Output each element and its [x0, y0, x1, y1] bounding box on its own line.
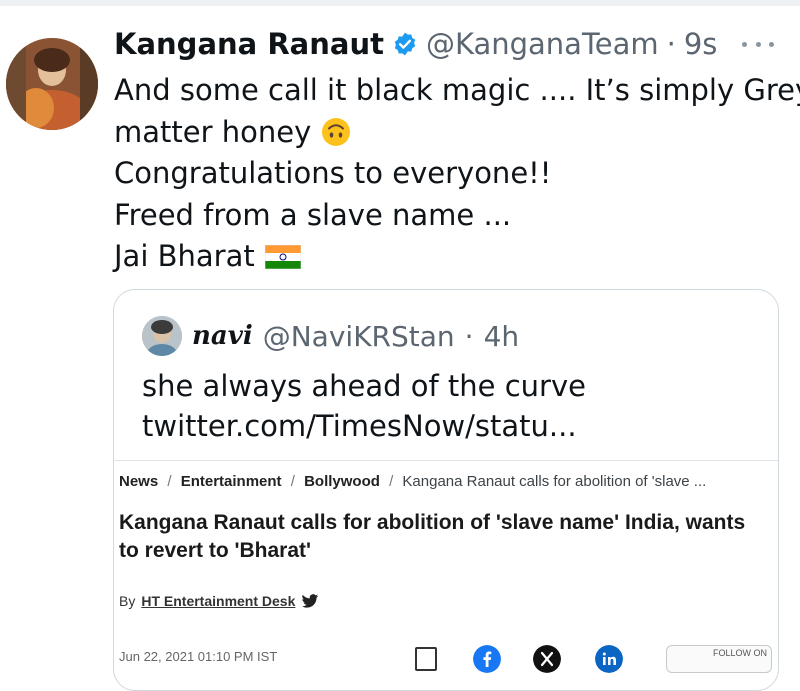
breadcrumb-item[interactable]: Bollywood: [304, 473, 380, 490]
byline-prefix: By: [119, 593, 136, 609]
quoted-line: she always ahead of the curve: [142, 369, 586, 403]
tweet-line: Jai Bharat: [114, 239, 255, 273]
tweet-line: Freed from a slave name ...: [114, 197, 512, 232]
more-icon[interactable]: [742, 34, 774, 54]
quoted-handle[interactable]: @NaviKRStan: [263, 320, 455, 353]
tweet-line: Congratulations to everyone!!: [114, 156, 552, 190]
breadcrumb-separator: /: [389, 473, 394, 490]
article-byline: By HT Entertainment Desk: [119, 593, 319, 609]
quoted-timestamp[interactable]: 4h: [484, 320, 520, 353]
profile-avatar[interactable]: [6, 38, 98, 130]
article-footer: Jun 22, 2021 01:10 PM IST FOLLOW ON: [119, 645, 774, 679]
article-preview[interactable]: News / Entertainment / Bollywood / Kanga…: [114, 460, 778, 690]
tweet-line: And some call it black magic .... It’s s…: [114, 73, 800, 107]
quoted-link[interactable]: twitter.com/TimesNow/statu...: [142, 406, 586, 446]
more-dot: [755, 41, 761, 47]
linkedin-icon[interactable]: [595, 645, 623, 673]
more-dot: [769, 41, 774, 47]
facebook-icon[interactable]: [473, 645, 501, 673]
byline-author[interactable]: HT Entertainment Desk: [141, 593, 295, 609]
quoted-avatar-photo: [142, 316, 182, 356]
follow-on-button[interactable]: FOLLOW ON: [666, 645, 772, 673]
quoted-display-name[interactable]: navi: [192, 321, 253, 351]
quoted-avatar[interactable]: [142, 316, 182, 356]
breadcrumb-separator: /: [167, 473, 172, 490]
india-flag-emoji: [264, 244, 301, 269]
handle[interactable]: @KanganaTeam: [426, 27, 659, 61]
breadcrumb-item[interactable]: News: [119, 473, 158, 490]
separator-dot: ·: [666, 27, 676, 61]
tweet-header: Kangana Ranaut @KanganaTeam · 9s: [114, 24, 717, 64]
article-headline[interactable]: Kangana Ranaut calls for abolition of 's…: [119, 509, 759, 565]
display-name[interactable]: Kangana Ranaut: [114, 27, 384, 61]
more-dot: [742, 41, 747, 47]
article-date: Jun 22, 2021 01:10 PM IST: [119, 649, 278, 664]
quoted-tweet-card[interactable]: navi @NaviKRStan · 4h she always ahead o…: [113, 289, 779, 691]
breadcrumb-item[interactable]: Entertainment: [181, 473, 282, 490]
breadcrumb-current: Kangana Ranaut calls for abolition of 's…: [402, 473, 707, 490]
twitter-bird-icon[interactable]: [301, 593, 319, 609]
x-icon[interactable]: [533, 645, 561, 673]
breadcrumb-separator: /: [290, 473, 295, 490]
quoted-tweet-text: she always ahead of the curve twitter.co…: [142, 366, 586, 446]
follow-label: FOLLOW ON: [713, 648, 768, 658]
verified-badge-icon: [394, 32, 416, 56]
tweet-line: matter honey: [114, 114, 312, 149]
quoted-tweet-header: navi @NaviKRStan · 4h: [142, 316, 519, 356]
timestamp[interactable]: 9s: [684, 27, 718, 61]
profile-photo: [6, 38, 98, 130]
tweet-text: And some call it black magic .... It’s s…: [114, 70, 800, 278]
top-divider: [0, 0, 800, 6]
breadcrumb: News / Entertainment / Bollywood / Kanga…: [119, 473, 706, 490]
separator-dot: ·: [464, 319, 474, 353]
bookmark-icon[interactable]: [415, 647, 437, 671]
upside-down-face-emoji: [322, 118, 351, 147]
